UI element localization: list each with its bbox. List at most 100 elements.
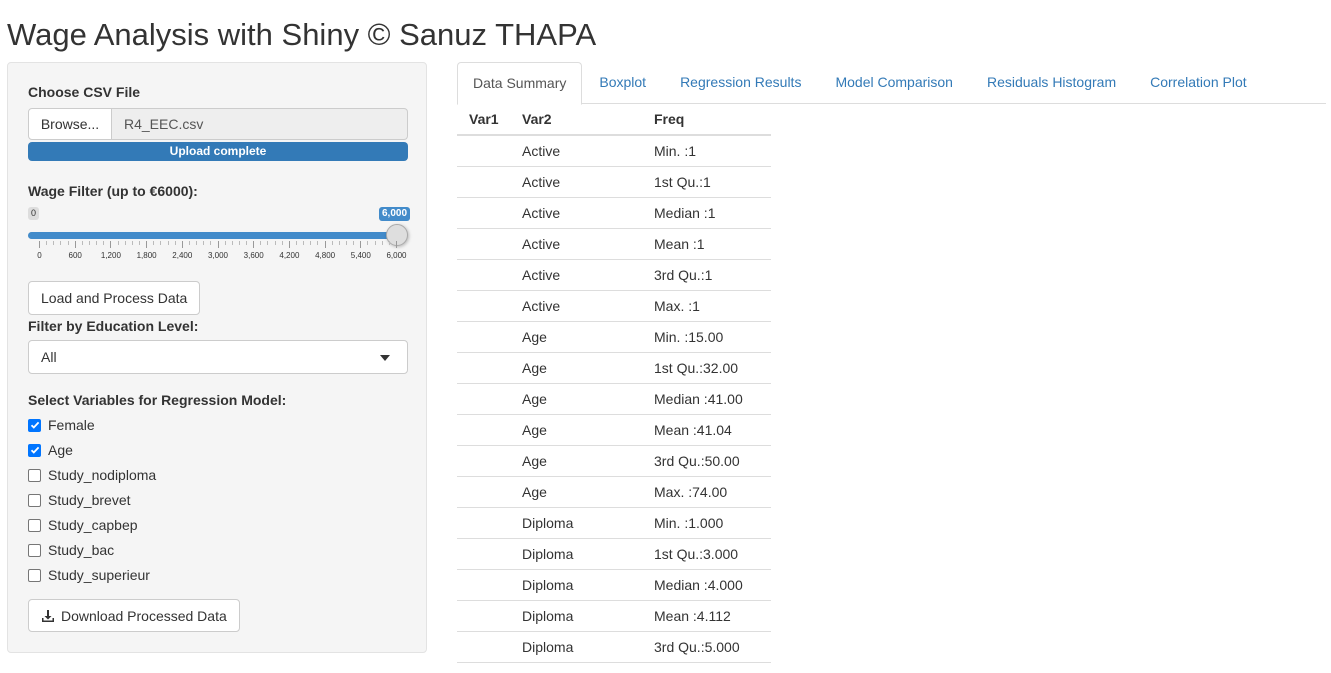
slider-minor-tick bbox=[210, 241, 212, 245]
table-cell bbox=[457, 352, 510, 384]
slider-minor-tick bbox=[367, 241, 369, 245]
wage-filter-label: Wage Filter (up to €6000): bbox=[28, 183, 198, 199]
table-cell: Active bbox=[510, 290, 642, 322]
slider-minor-tick bbox=[388, 241, 390, 245]
column-header: Var1 bbox=[457, 104, 510, 136]
table-cell: 3rd Qu.:50.00 bbox=[642, 445, 771, 477]
tab-regression-results[interactable]: Regression Results bbox=[663, 62, 818, 104]
chevron-down-icon bbox=[380, 355, 390, 361]
variable-checkbox-row[interactable]: Female bbox=[28, 417, 95, 433]
table-cell: 1st Qu.:32.00 bbox=[642, 352, 771, 384]
slider-minor-tick bbox=[338, 241, 340, 245]
slider-minor-tick bbox=[67, 241, 69, 245]
download-icon bbox=[42, 609, 54, 622]
slider-tick-label: 1,800 bbox=[136, 251, 157, 260]
table-cell: Age bbox=[510, 321, 642, 353]
slider-tick-label: 4,200 bbox=[279, 251, 300, 260]
slider-minor-tick bbox=[246, 241, 248, 245]
slider-minor-tick bbox=[117, 241, 119, 245]
table-cell bbox=[457, 445, 510, 477]
table-row: Diploma Mean :4.112 bbox=[457, 600, 771, 632]
check-icon bbox=[30, 446, 39, 454]
table-cell bbox=[457, 476, 510, 508]
data-summary-table: Var1 Var2 Freq Active Min. :1 Active 1st Qu… bbox=[457, 104, 771, 663]
tab-correlation-plot[interactable]: Correlation Plot bbox=[1133, 62, 1264, 104]
tab-data-summary[interactable]: Data Summary bbox=[457, 62, 583, 105]
slider-tick-label: 600 bbox=[68, 251, 82, 260]
wage-slider-track[interactable] bbox=[28, 232, 396, 239]
table-cell: Active bbox=[510, 259, 642, 291]
slider-minor-tick bbox=[88, 241, 90, 245]
variable-checkbox-row[interactable]: Study_superieur bbox=[28, 567, 150, 583]
table-row: Diploma 3rd Qu.:5.000 bbox=[457, 631, 771, 663]
table-row: Age 3rd Qu.:50.00 bbox=[457, 445, 771, 477]
slider-tick bbox=[181, 241, 183, 248]
variable-checkbox[interactable] bbox=[28, 443, 41, 457]
browse-button[interactable]: Browse... bbox=[28, 108, 112, 140]
slider-tick-label: 1,200 bbox=[100, 251, 121, 260]
variable-checkbox-row[interactable]: Study_brevet bbox=[28, 492, 131, 508]
tab-boxplot[interactable]: Boxplot bbox=[582, 62, 663, 104]
variable-checkbox[interactable] bbox=[28, 493, 41, 507]
table-cell: 1st Qu.:3.000 bbox=[642, 538, 771, 570]
slider-tick-label: 3,000 bbox=[207, 251, 229, 260]
variable-checkbox[interactable] bbox=[28, 518, 41, 532]
file-input[interactable]: Browse... R4_EEC.csv bbox=[28, 108, 408, 140]
variable-checkbox-label: Study_bac bbox=[48, 542, 115, 558]
slider-tick bbox=[288, 241, 290, 248]
variable-checkbox-row[interactable]: Study_bac bbox=[28, 542, 114, 558]
variable-checkbox[interactable] bbox=[28, 543, 41, 557]
slider-tick bbox=[253, 241, 255, 248]
table-cell: Active bbox=[510, 166, 642, 198]
table-cell: 3rd Qu.:5.000 bbox=[642, 631, 771, 663]
slider-minor-tick bbox=[317, 241, 319, 245]
tab-residuals-histogram[interactable]: Residuals Histogram bbox=[970, 62, 1133, 104]
table-cell bbox=[457, 321, 510, 353]
table-cell: Diploma bbox=[510, 507, 642, 539]
variable-checkbox-row[interactable]: Age bbox=[28, 442, 73, 458]
slider-minor-tick bbox=[381, 241, 383, 245]
variables-label: Select Variables for Regression Model: bbox=[28, 392, 287, 408]
variable-checkbox[interactable] bbox=[28, 418, 41, 432]
slider-tick bbox=[360, 241, 362, 248]
slider-tick-label: 0 bbox=[37, 251, 42, 260]
slider-minor-tick bbox=[96, 241, 98, 245]
table-cell: Diploma bbox=[510, 538, 642, 570]
check-icon bbox=[30, 421, 39, 429]
table-cell: Diploma bbox=[510, 631, 642, 663]
variable-checkbox[interactable] bbox=[28, 568, 41, 582]
column-header: Var2 bbox=[510, 104, 642, 136]
table-cell: Age bbox=[510, 445, 642, 477]
table-cell bbox=[457, 631, 510, 663]
variable-checkbox-row[interactable]: Study_capbep bbox=[28, 517, 138, 533]
slider-tick-label: 3,600 bbox=[243, 251, 264, 260]
load-process-button[interactable]: Load and Process Data bbox=[28, 281, 201, 315]
table-cell: Median :41.00 bbox=[642, 383, 771, 415]
slider-minor-tick bbox=[103, 241, 105, 245]
table-cell: Max. :74.00 bbox=[642, 476, 771, 508]
table-row: Diploma Median :4.000 bbox=[457, 569, 771, 601]
tab-model-comparison[interactable]: Model Comparison bbox=[818, 62, 970, 104]
table-row: Diploma Min. :1.000 bbox=[457, 507, 771, 539]
table-row: Age Median :41.00 bbox=[457, 383, 771, 415]
tab-bar: Data Summary Boxplot Regression Results Mod… bbox=[457, 62, 1326, 105]
sidebar-panel: Choose CSV File Browse... R4_EEC.csv Upl… bbox=[7, 62, 427, 653]
slider-tick bbox=[39, 241, 40, 248]
slider-minor-tick bbox=[374, 241, 376, 245]
slider-min-label: 0 bbox=[28, 207, 40, 220]
slider-tick-label: 6,000 bbox=[386, 251, 407, 260]
upload-progress-bar: Upload complete bbox=[28, 142, 408, 161]
table-row: Age Mean :41.04 bbox=[457, 414, 771, 446]
education-select[interactable]: All bbox=[28, 340, 408, 374]
download-button[interactable]: Download Processed Data bbox=[28, 599, 240, 632]
variable-checkbox-label: Study_nodiploma bbox=[48, 467, 157, 483]
slider-minor-tick bbox=[238, 241, 240, 245]
variable-checkbox[interactable] bbox=[28, 468, 41, 482]
table-row: Active Median :1 bbox=[457, 197, 771, 229]
table-cell: Diploma bbox=[510, 600, 642, 632]
variable-checkbox-row[interactable]: Study_nodiploma bbox=[28, 467, 156, 483]
table-cell: Active bbox=[510, 228, 642, 260]
table-cell bbox=[457, 166, 510, 198]
slider-minor-tick bbox=[188, 241, 190, 245]
slider-minor-tick bbox=[203, 241, 205, 245]
